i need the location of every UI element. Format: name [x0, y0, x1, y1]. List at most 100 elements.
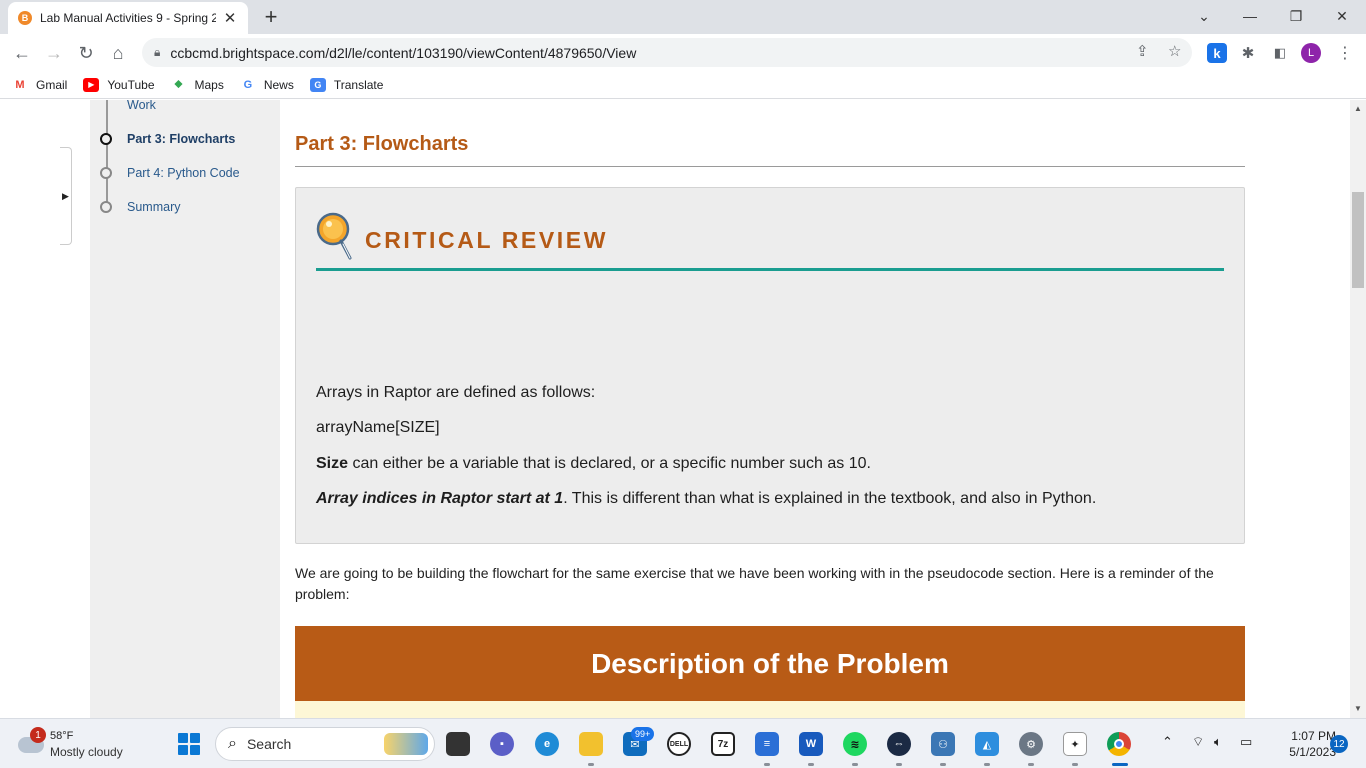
word-icon[interactable]: W — [799, 732, 823, 756]
side-panel-icon[interactable]: ◧ — [1270, 43, 1290, 63]
bookmark-label: News — [263, 77, 294, 92]
bookmark-label: Maps — [194, 77, 224, 92]
running-indicator — [1028, 763, 1034, 766]
volume-icon[interactable]: 🔈︎ — [1214, 734, 1222, 750]
raptor-icon[interactable]: ✦ — [1063, 732, 1087, 756]
home-icon[interactable]: ⌂ — [104, 39, 132, 67]
running-indicator — [940, 763, 946, 766]
photos-icon[interactable]: ◭ — [975, 732, 999, 756]
toc-item-work[interactable]: Work — [127, 100, 156, 112]
back-arrow-icon[interactable]: ← — [8, 39, 36, 67]
show-hidden-icons-chevron-icon[interactable]: ⌃ — [1162, 734, 1173, 750]
toc-item-label[interactable]: Summary — [127, 200, 180, 214]
review-title: CRITICAL REVIEW — [365, 227, 609, 253]
restore-button[interactable]: ❐ — [1278, 4, 1314, 28]
browser-tab[interactable]: B Lab Manual Activities 9 - Spring 2023 … — [8, 2, 248, 34]
bookmark-translate[interactable]: G Translate — [309, 77, 384, 92]
lock-icon[interactable]: 🔒︎ — [154, 45, 160, 60]
running-indicator — [764, 763, 770, 766]
search-label: Search — [246, 736, 292, 752]
toc-current-dot-icon — [100, 133, 112, 145]
running-indicator — [1072, 763, 1078, 766]
dell-icon[interactable]: DELL — [667, 732, 691, 756]
weather-temperature: 58°F — [50, 730, 74, 742]
clock-date: 5/1/2023 — [1289, 745, 1336, 759]
toc-connector-line — [106, 100, 108, 208]
system-clock[interactable]: 1:07 PM 5/1/2023 — [1268, 728, 1336, 760]
critical-review-box: CRITICAL REVIEW Arrays in Raptor are def… — [295, 187, 1245, 544]
wifi-icon[interactable]: ⌔ — [1192, 734, 1204, 750]
extensions-puzzle-icon[interactable]: ✱ — [1238, 43, 1258, 63]
table-of-contents — [90, 100, 280, 718]
scroll-up-icon[interactable]: ▲ — [1350, 102, 1366, 116]
running-indicator — [896, 763, 902, 766]
python-icon[interactable]: ⚇ — [931, 732, 955, 756]
toc-item-label[interactable]: Work — [127, 100, 156, 112]
profile-avatar[interactable]: L — [1301, 43, 1321, 63]
notification-count-badge[interactable]: 12 — [1330, 735, 1348, 753]
tab-title: Lab Manual Activities 9 - Spring 2023 — [40, 11, 216, 25]
toc-item-summary[interactable]: Summary — [100, 200, 180, 214]
bookmark-gmail[interactable]: M Gmail — [12, 78, 67, 92]
intro-paragraph: We are going to be building the flowchar… — [295, 565, 1214, 602]
toc-dot-icon — [100, 167, 112, 179]
news-icon: G — [243, 78, 253, 91]
spotify-icon[interactable]: ≋ — [843, 732, 867, 756]
problem-header: Description of the Problem — [295, 626, 1245, 701]
search-icon: ⌕ — [228, 735, 237, 752]
tab-search-chevron-icon[interactable]: ⌄ — [1186, 4, 1222, 28]
forward-arrow-icon[interactable]: → — [40, 39, 68, 67]
windows-start-icon[interactable] — [178, 733, 200, 755]
menu-kebab-icon[interactable]: ⋮ — [1335, 43, 1355, 63]
page-scrollbar[interactable]: ▲ ▼ — [1350, 100, 1366, 718]
toc-item-part-4[interactable]: Part 4: Python Code — [100, 166, 240, 180]
toc-item-label[interactable]: Part 3: Flowcharts — [127, 132, 235, 146]
bookmark-star-icon[interactable]: ☆ — [1168, 42, 1181, 60]
bookmark-maps[interactable]: ⬥ Maps — [171, 78, 224, 92]
taskbar-search[interactable]: ⌕ Search — [215, 727, 435, 761]
bookmark-label: Translate — [333, 77, 384, 92]
chrome-icon[interactable] — [1107, 732, 1131, 756]
7zip-icon[interactable]: 7z — [711, 732, 735, 756]
url-text[interactable]: ccbcmd.brightspace.com/d2l/le/content/10… — [170, 45, 636, 61]
running-indicator — [808, 763, 814, 766]
settings-gear-icon[interactable]: ⚙ — [1019, 732, 1043, 756]
search-highlight-icon — [384, 733, 428, 755]
running-indicator — [852, 763, 858, 766]
address-bar[interactable]: 🔒︎ ccbcmd.brightspace.com/d2l/le/content… — [142, 38, 1192, 67]
bookmark-youtube[interactable]: ▶ YouTube — [83, 77, 155, 92]
clock-time: 1:07 PM — [1291, 729, 1336, 743]
brightspace-favicon-icon: B — [18, 11, 32, 25]
sidebar-toggle-icon[interactable]: ▶ — [60, 147, 72, 245]
close-window-button[interactable]: ✕ — [1324, 4, 1360, 28]
section-title: Part 3: Flowcharts — [295, 133, 469, 155]
share-icon[interactable]: ⇪ — [1136, 42, 1149, 60]
battery-icon[interactable]: ▭ — [1240, 734, 1252, 750]
new-tab-button[interactable]: + — [258, 4, 284, 30]
scroll-thumb[interactable] — [1352, 192, 1364, 288]
teamviewer-icon[interactable]: ⇔ — [887, 732, 911, 756]
weather-widget[interactable]: 1 58°F Mostly cloudy — [18, 727, 168, 763]
toc-item-part-3[interactable]: Part 3: Flowcharts — [100, 132, 235, 146]
bookmark-news[interactable]: G News — [240, 78, 294, 92]
notepad-icon[interactable]: ≡ — [755, 732, 779, 756]
reload-icon[interactable]: ↻ — [72, 39, 100, 67]
active-app-indicator — [1112, 763, 1128, 766]
extension-icon[interactable]: k — [1207, 43, 1227, 63]
toc-item-label[interactable]: Part 4: Python Code — [127, 166, 240, 180]
task-view-icon[interactable] — [446, 732, 470, 756]
file-explorer-icon[interactable] — [579, 732, 603, 756]
review-line-text: . This is different than what is explain… — [563, 490, 1097, 507]
minimize-button[interactable]: — — [1232, 4, 1268, 28]
page-viewport: ▶ Work Part 3: Flowcharts Part 4: Python… — [0, 100, 1350, 718]
review-line: Size can either be a variable that is de… — [316, 455, 871, 473]
tab-strip: B Lab Manual Activities 9 - Spring 2023 … — [0, 0, 1366, 34]
review-line: Array indices in Raptor start at 1. This… — [316, 490, 1096, 508]
review-line: arrayName[SIZE] — [316, 419, 440, 436]
teams-chat-icon[interactable]: ▪ — [490, 732, 514, 756]
tab-close-icon[interactable]: ✕ — [222, 9, 238, 27]
maps-icon: ⬥ — [174, 78, 183, 90]
toc-dot-icon — [100, 201, 112, 213]
scroll-down-icon[interactable]: ▼ — [1350, 702, 1366, 716]
edge-browser-icon[interactable]: e — [535, 732, 559, 756]
